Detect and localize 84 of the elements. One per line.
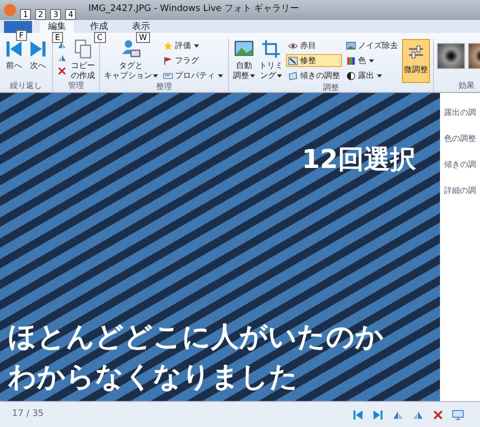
button-label: の作成 bbox=[71, 71, 95, 81]
rotate-left-icon bbox=[392, 408, 404, 420]
contrast-icon bbox=[346, 70, 356, 80]
delete-icon bbox=[432, 408, 444, 420]
keytip: W bbox=[136, 32, 150, 43]
slideshow-icon bbox=[452, 408, 464, 420]
ribbon-button[interactable]: 評価 bbox=[161, 39, 225, 52]
group-label: 効果 bbox=[458, 81, 474, 91]
button-label: コピー bbox=[71, 61, 95, 71]
group-label: 調整 bbox=[323, 83, 339, 93]
person-tag-icon bbox=[121, 39, 141, 59]
toolbar-button[interactable] bbox=[412, 408, 424, 420]
button-label: 調整 bbox=[233, 71, 249, 81]
ribbon-button[interactable]: 赤目 bbox=[286, 39, 342, 52]
properties-icon bbox=[163, 70, 173, 80]
panel-link[interactable]: 露出の調 bbox=[444, 107, 480, 119]
effect-thumbnail[interactable] bbox=[437, 43, 465, 69]
panel-link[interactable]: 傾きの調 bbox=[444, 159, 480, 171]
application-menu-button[interactable] bbox=[4, 21, 32, 33]
keytip: 4 bbox=[65, 8, 76, 20]
star-icon bbox=[163, 40, 173, 50]
copy-icon bbox=[73, 39, 93, 59]
panel-link[interactable]: 色の調整 bbox=[444, 133, 480, 145]
rotate-left-icon bbox=[57, 40, 67, 50]
skip-forward-icon bbox=[28, 39, 48, 59]
keytip: 3 bbox=[50, 8, 62, 20]
toolbar-button[interactable] bbox=[372, 408, 384, 420]
window-title: IMG_2427.JPG - Windows Live フォト ギャラリー bbox=[88, 3, 300, 16]
skip-back-icon bbox=[352, 408, 364, 420]
photo-counter: 17 / 35 bbox=[12, 408, 44, 421]
group-label: 整理 bbox=[156, 82, 172, 92]
eye-icon bbox=[288, 40, 298, 50]
keytip: E bbox=[52, 32, 64, 43]
caption-text: 12回選択 bbox=[302, 144, 416, 177]
ribbon-button[interactable]: プロパティ bbox=[161, 69, 225, 82]
keytip: 2 bbox=[35, 8, 46, 20]
app-icon bbox=[4, 4, 16, 16]
photo-icon bbox=[346, 40, 356, 50]
toolbar-button[interactable] bbox=[432, 408, 444, 420]
toolbar-button[interactable] bbox=[392, 408, 404, 420]
caption-text: わからなくなりました bbox=[8, 359, 298, 395]
icon-button[interactable] bbox=[56, 65, 68, 77]
delete-icon bbox=[57, 66, 67, 76]
ribbon-button[interactable]: 前へ bbox=[3, 39, 25, 71]
crop-icon bbox=[261, 39, 281, 59]
caption-text: ほとんどどこに人がいたのか bbox=[8, 319, 384, 355]
keytip: C bbox=[94, 32, 106, 43]
ribbon-tab[interactable]: 作成 bbox=[82, 21, 116, 33]
ribbon-tab[interactable]: 表示 bbox=[124, 21, 158, 33]
ribbon-button[interactable]: フラグ bbox=[161, 54, 225, 67]
toolbar-button[interactable] bbox=[352, 408, 364, 420]
ribbon-tab[interactable]: 編集 bbox=[40, 21, 74, 33]
ribbon-button[interactable]: コピー の作成 bbox=[70, 39, 96, 81]
toggle-button[interactable]: 微調整 bbox=[402, 39, 430, 83]
button-label: タグと bbox=[119, 61, 143, 71]
color-icon bbox=[346, 56, 356, 66]
ribbon-button[interactable]: 傾きの調整 bbox=[286, 69, 342, 82]
panel-link[interactable]: 詳細の調 bbox=[444, 185, 480, 197]
button-label: ング bbox=[260, 71, 276, 81]
ribbon-button[interactable]: 自動 調整 bbox=[232, 39, 256, 81]
tilted-photo-icon bbox=[288, 70, 298, 80]
button-label: 次へ bbox=[30, 61, 46, 71]
group-label: 繰り返し bbox=[10, 81, 42, 91]
toolbar-button[interactable] bbox=[452, 408, 464, 420]
ribbon-button[interactable]: トリミ ング bbox=[258, 39, 284, 81]
group-label: 管理 bbox=[68, 81, 84, 91]
ribbon-button[interactable]: 次へ bbox=[27, 39, 49, 71]
button-label: 前へ bbox=[6, 61, 22, 71]
flag-icon bbox=[163, 56, 173, 66]
rotate-right-icon bbox=[412, 408, 424, 420]
ribbon-button[interactable]: ノイズ除去 bbox=[344, 39, 400, 52]
keytip: F bbox=[16, 30, 27, 41]
button-label: 自動 bbox=[236, 61, 252, 71]
landscape-photo-icon bbox=[234, 39, 254, 59]
skip-back-icon bbox=[4, 39, 24, 59]
skip-forward-icon bbox=[372, 408, 384, 420]
keytip: 1 bbox=[20, 8, 32, 20]
rotate-right-icon bbox=[57, 53, 67, 63]
button-label: キャプション bbox=[104, 71, 152, 81]
ribbon-button[interactable]: 修整 bbox=[286, 54, 342, 67]
ribbon-button[interactable]: 色 bbox=[344, 54, 400, 67]
ribbon-button[interactable]: 露出 bbox=[344, 69, 400, 82]
sliders-icon bbox=[408, 44, 424, 60]
button-label: トリミ bbox=[259, 61, 283, 71]
